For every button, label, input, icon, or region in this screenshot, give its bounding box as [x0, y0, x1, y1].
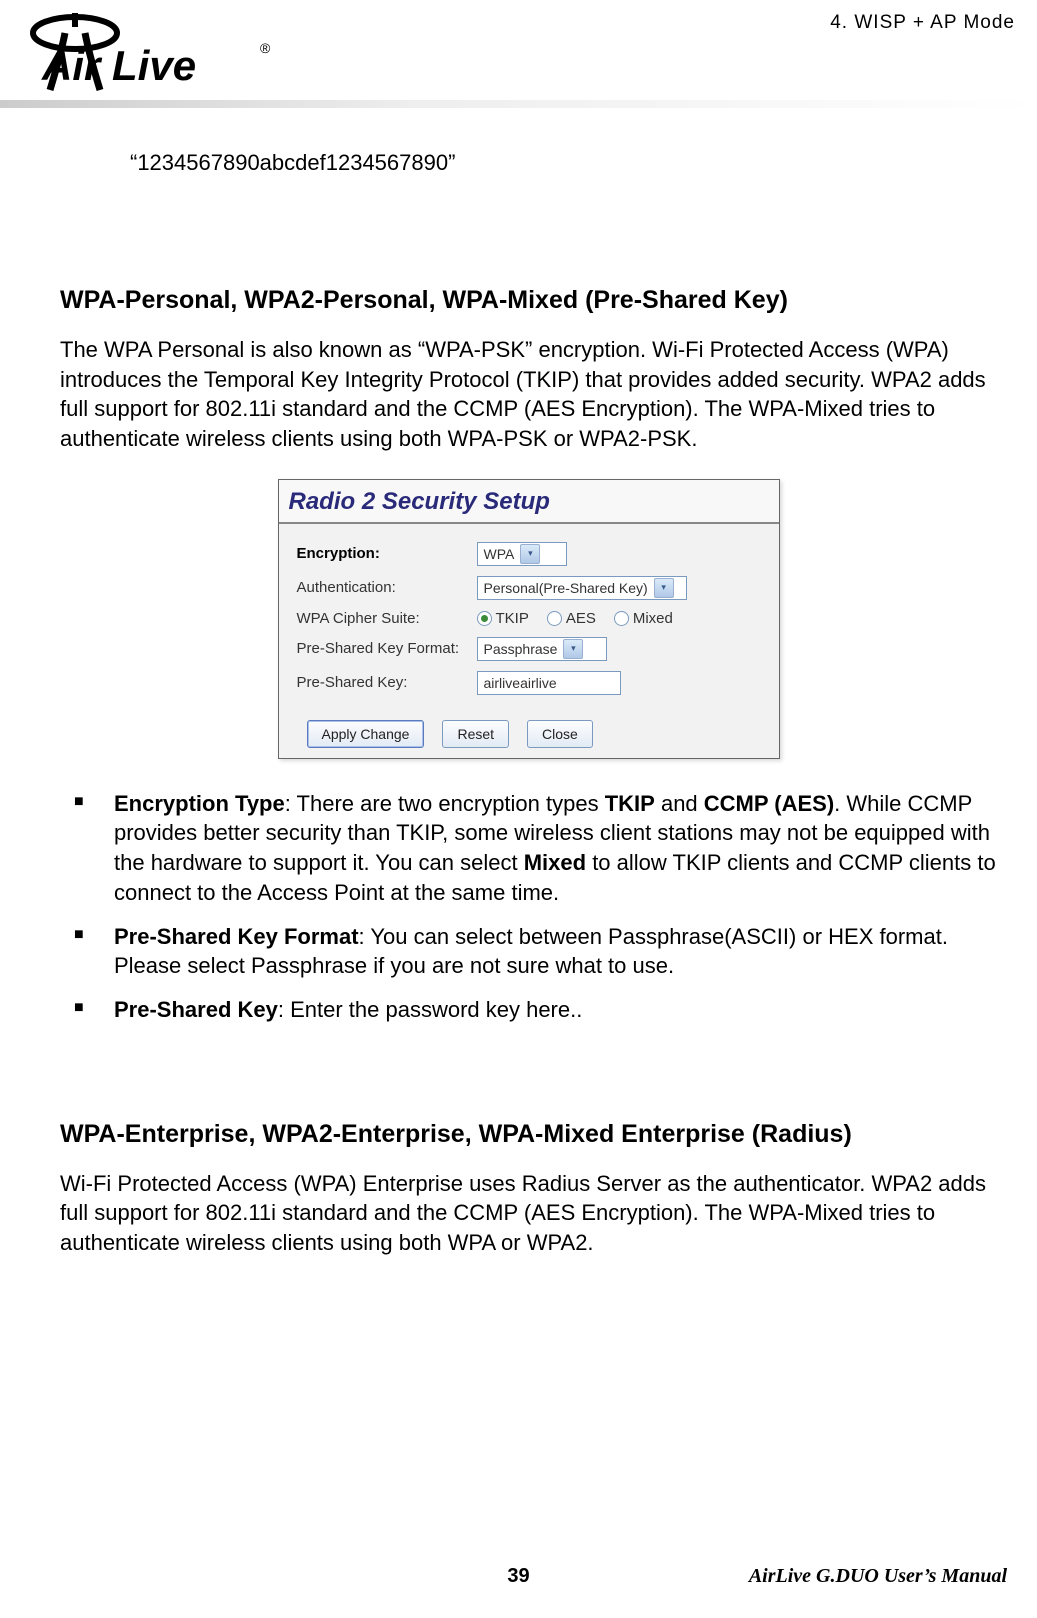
dialog-title: Radio 2 Security Setup [279, 480, 779, 524]
chapter-heading: 4. WISP + AP Mode [830, 12, 1015, 34]
psk-input[interactable]: airliveairlive [477, 671, 621, 695]
radio-tkip[interactable]: TKIP [477, 610, 529, 627]
svg-text:Air Live: Air Live [41, 42, 196, 89]
radio-aes[interactable]: AES [547, 610, 596, 627]
airlive-logo: Air Live ® [20, 8, 280, 93]
radio-mixed[interactable]: Mixed [614, 610, 673, 627]
chevron-down-icon: ▾ [563, 639, 583, 659]
cipher-suite-label: WPA Cipher Suite: [297, 610, 477, 627]
authentication-select-value: Personal(Pre-Shared Key) [484, 580, 648, 596]
security-setup-dialog: Radio 2 Security Setup Encryption: WPA ▾… [278, 479, 780, 759]
section-para-wpa-personal: The WPA Personal is also known as “WPA-P… [60, 335, 997, 454]
encryption-select-value: WPA [484, 546, 515, 562]
encryption-label: Encryption: [297, 545, 477, 562]
manual-title-footer: AirLive G.DUO User’s Manual [749, 1565, 1007, 1588]
reset-button[interactable]: Reset [442, 720, 509, 748]
psk-format-select-value: Passphrase [484, 641, 558, 657]
radio-dot-icon [477, 611, 492, 626]
psk-format-label: Pre-Shared Key Format: [297, 640, 477, 657]
psk-label: Pre-Shared Key: [297, 674, 477, 691]
svg-text:®: ® [260, 40, 271, 56]
radio-dot-icon [547, 611, 562, 626]
page-number: 39 [507, 1565, 529, 1588]
authentication-label: Authentication: [297, 579, 477, 596]
radio-tkip-label: TKIP [496, 610, 529, 627]
radio-dot-icon [614, 611, 629, 626]
section-para-wpa-enterprise: Wi-Fi Protected Access (WPA) Enterprise … [60, 1169, 997, 1258]
close-button[interactable]: Close [527, 720, 593, 748]
apply-change-button[interactable]: Apply Change [307, 720, 425, 748]
cipher-radio-group: TKIP AES Mixed [477, 610, 673, 627]
bullet-encryption-type: Encryption Type: There are two encryptio… [114, 789, 997, 908]
authentication-select[interactable]: Personal(Pre-Shared Key) ▾ [477, 576, 687, 600]
key-example-text: “1234567890abcdef1234567890” [130, 150, 997, 176]
encryption-select[interactable]: WPA ▾ [477, 542, 567, 566]
section-heading-wpa-personal: WPA-Personal, WPA2-Personal, WPA-Mixed (… [60, 286, 997, 315]
chevron-down-icon: ▾ [520, 544, 540, 564]
section-heading-wpa-enterprise: WPA-Enterprise, WPA2-Enterprise, WPA-Mix… [60, 1120, 997, 1149]
bullet-psk: Pre-Shared Key: Enter the password key h… [114, 995, 997, 1025]
header-divider [0, 100, 1037, 108]
radio-aes-label: AES [566, 610, 596, 627]
bullet-psk-format: Pre-Shared Key Format: You can select be… [114, 922, 997, 981]
psk-input-value: airliveairlive [484, 675, 557, 691]
radio-mixed-label: Mixed [633, 610, 673, 627]
chevron-down-icon: ▾ [654, 578, 674, 598]
psk-format-select[interactable]: Passphrase ▾ [477, 637, 607, 661]
